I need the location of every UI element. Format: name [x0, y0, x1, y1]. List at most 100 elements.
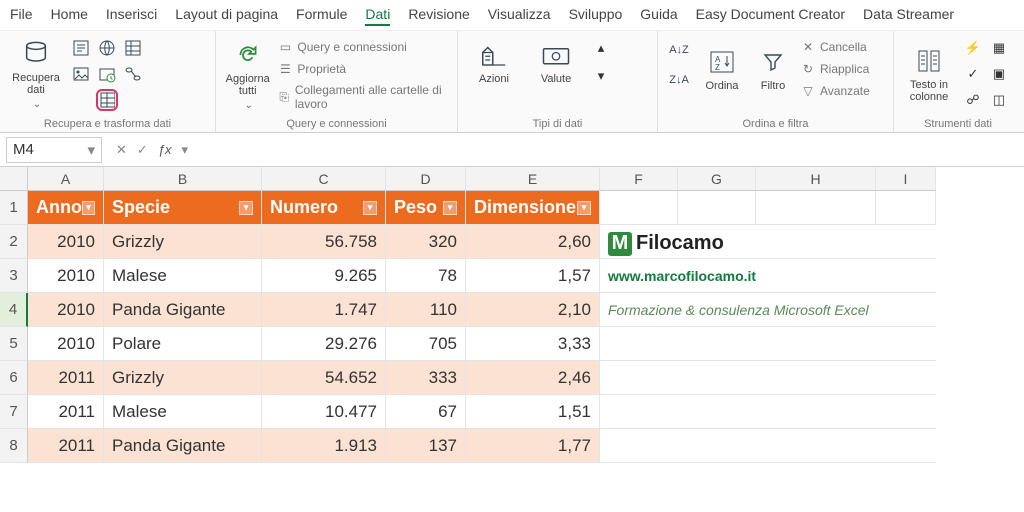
select-all-corner[interactable] — [0, 167, 28, 191]
menu-data-streamer[interactable]: Data Streamer — [863, 6, 954, 26]
filter-dropdown-icon[interactable]: ▾ — [443, 201, 457, 215]
cell[interactable]: 2010 — [28, 259, 104, 293]
accept-formula-icon[interactable]: ✓ — [137, 142, 148, 158]
filter-dropdown-icon[interactable]: ▾ — [82, 201, 95, 215]
filter-dropdown-icon[interactable]: ▾ — [363, 201, 377, 215]
recupera-dati-button[interactable]: Recupera dati — [8, 37, 64, 111]
menu-visualizza[interactable]: Visualizza — [488, 6, 551, 26]
row-header[interactable]: 1 — [0, 191, 28, 225]
proprieta-button[interactable]: ☰ Proprietà — [277, 59, 449, 79]
from-text-icon[interactable] — [70, 37, 92, 59]
table-header-anno[interactable]: Anno▾ — [28, 191, 104, 225]
menu-dati[interactable]: Dati — [365, 6, 390, 26]
from-web-icon[interactable] — [96, 37, 118, 59]
cell[interactable]: 67 — [386, 395, 466, 429]
cell[interactable]: 2011 — [28, 395, 104, 429]
manage-model-icon[interactable]: ◫ — [988, 89, 1010, 111]
row-header[interactable]: 8 — [0, 429, 28, 463]
cell[interactable] — [600, 327, 936, 361]
from-table-button-highlighted[interactable] — [96, 89, 118, 111]
cell[interactable]: 2010 — [28, 225, 104, 259]
cell[interactable]: 333 — [386, 361, 466, 395]
filter-dropdown-icon[interactable]: ▾ — [239, 201, 253, 215]
datatype-down-icon[interactable]: ▾ — [590, 65, 612, 87]
cell[interactable]: Panda Gigante — [104, 293, 262, 327]
cell[interactable]: 1.747 — [262, 293, 386, 327]
collegamenti-button[interactable]: ⎘ Collegamenti alle cartelle di lavoro — [277, 81, 449, 113]
aggiorna-tutti-button[interactable]: Aggiorna tutti — [224, 37, 271, 113]
website-link[interactable]: www.marcofilocamo.it — [608, 268, 756, 284]
cell[interactable]: 2,10 — [466, 293, 600, 327]
filter-dropdown-icon[interactable]: ▾ — [577, 201, 591, 215]
cell[interactable]: 9.265 — [262, 259, 386, 293]
cell[interactable]: 2010 — [28, 293, 104, 327]
testo-in-colonne-button[interactable]: Testo in colonne — [902, 37, 956, 111]
fx-dropdown-icon[interactable]: ▾ — [182, 142, 189, 158]
row-header[interactable]: 3 — [0, 259, 28, 293]
row-header[interactable]: 6 — [0, 361, 28, 395]
existing-conn-icon[interactable] — [122, 63, 144, 85]
cancella-filtro-button[interactable]: ✕Cancella — [800, 37, 870, 57]
cell[interactable]: 1,77 — [466, 429, 600, 463]
cell[interactable]: Panda Gigante — [104, 429, 262, 463]
cancel-formula-icon[interactable]: ✕ — [116, 142, 127, 158]
menu-sviluppo[interactable]: Sviluppo — [569, 6, 623, 26]
flash-fill-icon[interactable]: ⚡ — [962, 37, 984, 59]
cell[interactable] — [876, 191, 936, 225]
name-box[interactable]: M4 ▾ — [6, 137, 102, 163]
ordina-button[interactable]: AZ Ordina — [698, 37, 746, 101]
cell[interactable]: 2,60 — [466, 225, 600, 259]
cell[interactable]: 705 — [386, 327, 466, 361]
cell[interactable] — [600, 395, 936, 429]
col-header[interactable]: F — [600, 167, 678, 191]
cell[interactable]: 2010 — [28, 327, 104, 361]
valute-button[interactable]: Valute — [528, 39, 584, 85]
cell[interactable]: 54.652 — [262, 361, 386, 395]
data-valid-icon[interactable]: ✓ — [962, 63, 984, 85]
col-header[interactable]: A — [28, 167, 104, 191]
filtro-button[interactable]: Filtro — [752, 37, 794, 101]
sort-desc-icon[interactable]: Z↓A — [666, 67, 692, 93]
cell[interactable]: Grizzly — [104, 361, 262, 395]
menu-file[interactable]: File — [10, 6, 33, 26]
row-header[interactable]: 5 — [0, 327, 28, 361]
col-header[interactable]: G — [678, 167, 756, 191]
cell[interactable]: 10.477 — [262, 395, 386, 429]
menu-home[interactable]: Home — [51, 6, 88, 26]
namebox-dropdown-icon[interactable]: ▾ — [87, 141, 95, 159]
cell[interactable]: 29.276 — [262, 327, 386, 361]
cell[interactable]: 1.913 — [262, 429, 386, 463]
cell[interactable]: Polare — [104, 327, 262, 361]
menu-revisione[interactable]: Revisione — [408, 6, 469, 26]
col-header[interactable]: H — [756, 167, 876, 191]
cell[interactable]: Grizzly — [104, 225, 262, 259]
cell[interactable]: 78 — [386, 259, 466, 293]
azioni-button[interactable]: Azioni — [466, 39, 522, 85]
row-header[interactable]: 7 — [0, 395, 28, 429]
menu-formule[interactable]: Formule — [296, 6, 347, 26]
cell[interactable]: 137 — [386, 429, 466, 463]
cell[interactable] — [600, 191, 678, 225]
cell[interactable]: M Filocamo — [600, 225, 936, 259]
cell[interactable] — [600, 361, 936, 395]
cell[interactable]: 56.758 — [262, 225, 386, 259]
cell[interactable]: Malese — [104, 259, 262, 293]
cell[interactable]: Malese — [104, 395, 262, 429]
table-header-specie[interactable]: Specie▾ — [104, 191, 262, 225]
query-connessioni-button[interactable]: ▭ Query e connessioni — [277, 37, 449, 57]
from-pic-icon[interactable] — [70, 63, 92, 85]
menu-layout[interactable]: Layout di pagina — [175, 6, 278, 26]
col-header[interactable]: B — [104, 167, 262, 191]
cell[interactable]: www.marcofilocamo.it — [600, 259, 936, 293]
cell[interactable]: 2,46 — [466, 361, 600, 395]
menu-inserisci[interactable]: Inserisci — [106, 6, 157, 26]
cell[interactable]: 2011 — [28, 361, 104, 395]
fx-icon[interactable]: ƒx — [158, 142, 172, 157]
table-header-dimensione[interactable]: Dimensione▾ — [466, 191, 600, 225]
cell[interactable]: 320 — [386, 225, 466, 259]
cell[interactable] — [678, 191, 756, 225]
table-header-peso[interactable]: Peso▾ — [386, 191, 466, 225]
col-header[interactable]: I — [876, 167, 936, 191]
cell[interactable]: 1,51 — [466, 395, 600, 429]
menu-easy-doc[interactable]: Easy Document Creator — [696, 6, 845, 26]
